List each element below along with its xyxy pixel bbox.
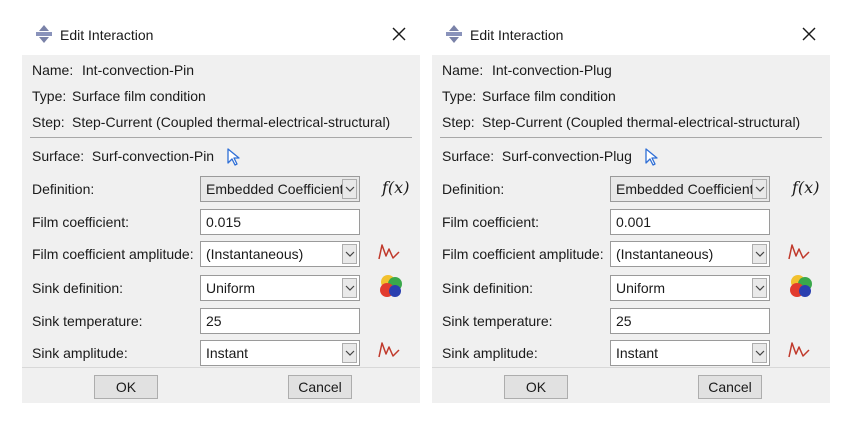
chevron-down-icon[interactable] (752, 343, 767, 363)
film-coefficient-label: Film coefficient: (32, 214, 129, 230)
chevron-down-icon[interactable] (752, 278, 767, 298)
amplitude-curve-icon[interactable] (378, 340, 400, 360)
sink-temperature-input[interactable]: 25 (610, 308, 770, 334)
chevron-down-icon[interactable] (342, 179, 357, 199)
film-coefficient-value: 0.001 (616, 214, 652, 230)
definition-label: Definition: (442, 181, 505, 197)
cancel-button[interactable]: Cancel (288, 375, 352, 399)
sink-definition-select[interactable]: Uniform (610, 275, 770, 301)
ok-button[interactable]: OK (94, 375, 158, 399)
ok-button[interactable]: OK (504, 375, 568, 399)
edit-interaction-dialog-pin: Edit Interaction Name: Int-convection-Pin… (22, 15, 420, 403)
close-icon[interactable] (798, 23, 820, 45)
film-amplitude-label: Film coefficient amplitude: (32, 246, 194, 262)
dialog-title: Edit Interaction (470, 27, 564, 43)
sink-amplitude-value: Instant (616, 345, 659, 361)
sink-temperature-value: 25 (616, 313, 632, 329)
sink-definition-value: Uniform (616, 280, 666, 296)
sink-definition-label: Sink definition: (32, 280, 124, 296)
step-row: Step: Step-Current (Coupled thermal-elect… (442, 114, 800, 130)
definition-select[interactable]: Embedded Coefficient (200, 176, 360, 202)
edit-interaction-dialog-plug: Edit Interaction Name: Int-convection-Plu… (432, 15, 830, 403)
sink-amplitude-select[interactable]: Instant (200, 340, 360, 366)
type-row: Type: Surface film condition (442, 88, 616, 104)
title-bar: Edit Interaction (432, 15, 830, 55)
definition-value: Embedded Coefficient (616, 181, 754, 197)
button-bar: OK Cancel (432, 367, 830, 403)
film-coefficient-input[interactable]: 0.015 (200, 209, 360, 235)
chevron-down-icon[interactable] (342, 343, 357, 363)
sink-amplitude-label: Sink amplitude: (32, 345, 128, 361)
definition-select[interactable]: Embedded Coefficient (610, 176, 770, 202)
type-label: Type: (32, 88, 67, 104)
sink-definition-value: Uniform (206, 280, 256, 296)
sink-temperature-label: Sink temperature: (32, 313, 143, 329)
step-row: Step: Step-Current (Coupled thermal-elect… (32, 114, 390, 130)
button-bar: OK Cancel (22, 367, 420, 403)
sink-definition-select[interactable]: Uniform (200, 275, 360, 301)
sink-temperature-label: Sink temperature: (442, 313, 553, 329)
surface-label: Surface: (32, 148, 85, 164)
sink-temperature-value: 25 (206, 313, 222, 329)
step-label: Step: (442, 114, 475, 130)
step-value: Step-Current (Coupled thermal-electrical… (72, 114, 391, 130)
cursor-arrow-icon[interactable] (644, 148, 660, 166)
color-palette-icon[interactable] (378, 273, 404, 299)
chevron-down-icon[interactable] (752, 244, 767, 264)
film-amplitude-value: (Instantaneous) (616, 246, 714, 262)
abaqus-interaction-icon (36, 25, 52, 43)
chevron-down-icon[interactable] (342, 278, 357, 298)
separator (440, 137, 822, 138)
film-coefficient-input[interactable]: 0.001 (610, 209, 770, 235)
type-label: Type: (442, 88, 477, 104)
abaqus-interaction-icon (446, 25, 462, 43)
type-row: Type: Surface film condition (32, 88, 206, 104)
name-row: Name: Int-convection-Plug (442, 62, 612, 78)
fx-icon[interactable]: f(x) (792, 178, 819, 197)
name-label: Name: (32, 62, 74, 78)
film-coefficient-value: 0.015 (206, 214, 242, 230)
film-amplitude-label: Film coefficient amplitude: (442, 246, 604, 262)
name-value: Int-convection-Plug (492, 62, 612, 78)
type-value: Surface film condition (482, 88, 616, 104)
surface-value: Surf-convection-Pin (91, 148, 215, 164)
surface-value: Surf-convection-Plug (501, 148, 632, 164)
sink-definition-label: Sink definition: (442, 280, 534, 296)
chevron-down-icon[interactable] (342, 244, 357, 264)
definition-value: Embedded Coefficient (206, 181, 344, 197)
surface-row: Surface: Surf-convection-Pin (32, 148, 214, 164)
name-value: Int-convection-Pin (82, 62, 195, 78)
definition-label: Definition: (32, 181, 95, 197)
surface-label: Surface: (442, 148, 495, 164)
film-amplitude-value: (Instantaneous) (206, 246, 304, 262)
name-label: Name: (442, 62, 484, 78)
sink-amplitude-value: Instant (206, 345, 249, 361)
cancel-button[interactable]: Cancel (698, 375, 762, 399)
title-bar: Edit Interaction (22, 15, 420, 55)
sink-amplitude-select[interactable]: Instant (610, 340, 770, 366)
film-amplitude-select[interactable]: (Instantaneous) (610, 241, 770, 267)
close-icon[interactable] (388, 23, 410, 45)
amplitude-curve-icon[interactable] (378, 242, 400, 262)
amplitude-curve-icon[interactable] (788, 340, 810, 360)
fx-icon[interactable]: f(x) (382, 178, 409, 197)
surface-row: Surface: Surf-convection-Plug (442, 148, 632, 164)
sink-temperature-input[interactable]: 25 (200, 308, 360, 334)
cursor-arrow-icon[interactable] (226, 148, 242, 166)
amplitude-curve-icon[interactable] (788, 242, 810, 262)
separator (30, 137, 412, 138)
type-value: Surface film condition (72, 88, 206, 104)
step-value: Step-Current (Coupled thermal-electrical… (482, 114, 801, 130)
film-coefficient-label: Film coefficient: (442, 214, 539, 230)
dialog-title: Edit Interaction (60, 27, 154, 43)
film-amplitude-select[interactable]: (Instantaneous) (200, 241, 360, 267)
name-row: Name: Int-convection-Pin (32, 62, 194, 78)
color-palette-icon[interactable] (788, 273, 814, 299)
sink-amplitude-label: Sink amplitude: (442, 345, 538, 361)
step-label: Step: (32, 114, 65, 130)
chevron-down-icon[interactable] (752, 179, 767, 199)
